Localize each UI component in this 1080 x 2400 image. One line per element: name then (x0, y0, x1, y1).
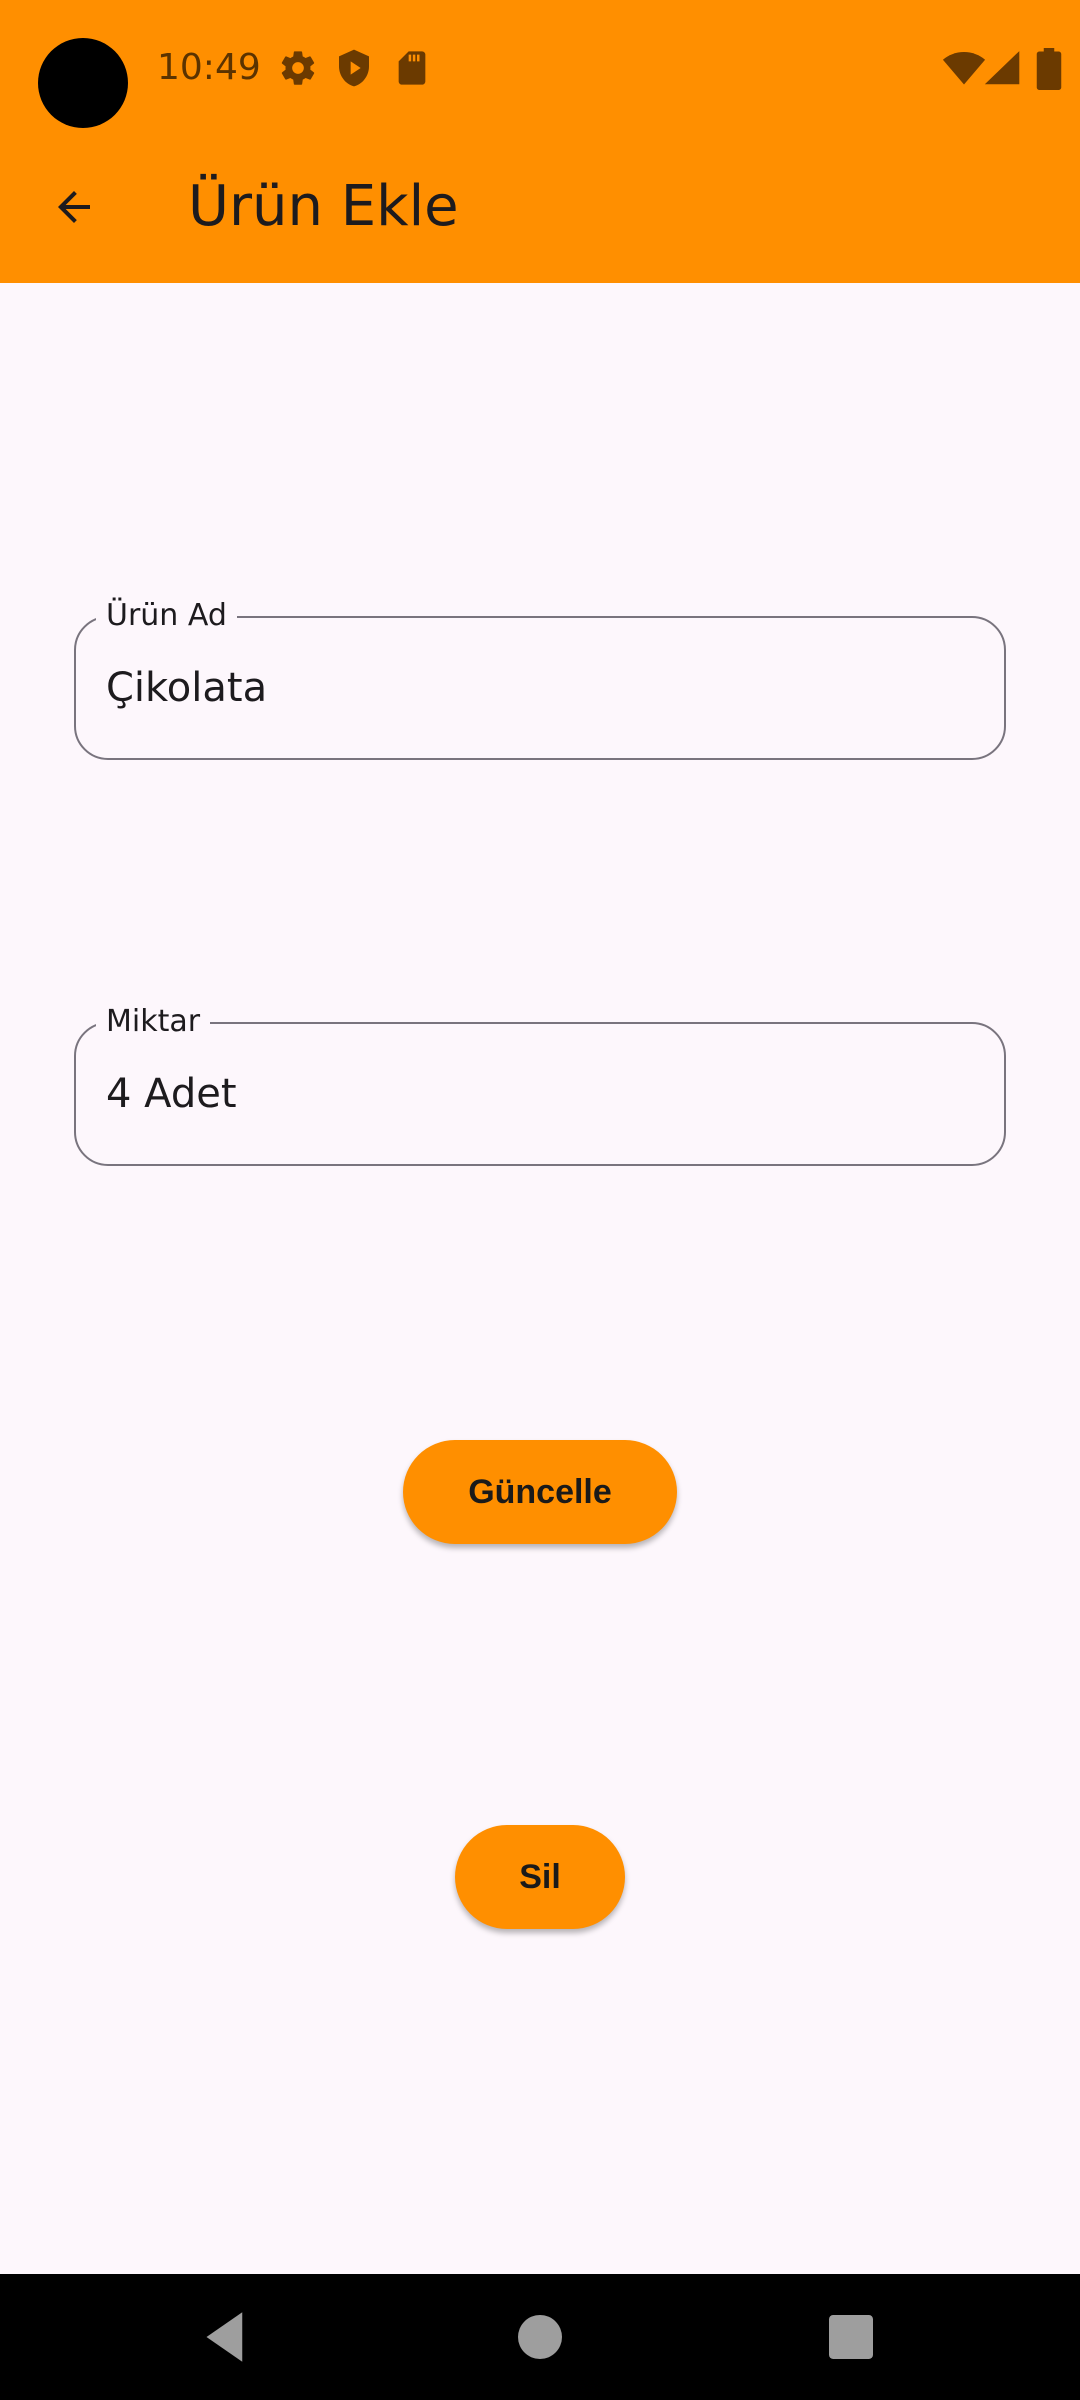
status-bar: 10:49 (0, 0, 1080, 140)
nav-recents-button[interactable] (818, 2304, 884, 2370)
product-name-field[interactable]: Ürün Ad Çikolata (74, 596, 1006, 760)
product-name-label: Ürün Ad (96, 596, 237, 636)
shield-play-icon (334, 48, 374, 88)
quantity-value[interactable]: 4 Adet (106, 1068, 237, 1120)
app-header: 10:49 Ürün Ekle (0, 0, 1080, 283)
update-button[interactable]: Güncelle (403, 1440, 677, 1544)
home-circle-icon (518, 2315, 562, 2359)
wifi-icon (942, 46, 986, 90)
product-name-value[interactable]: Çikolata (106, 662, 267, 714)
nav-home-button[interactable] (507, 2304, 573, 2370)
back-button[interactable] (36, 169, 112, 245)
battery-icon (1036, 48, 1062, 90)
nav-back-button[interactable] (190, 2304, 256, 2370)
quantity-label: Miktar (96, 1002, 211, 1042)
signal-icon (984, 48, 1022, 88)
status-time: 10:49 (157, 47, 261, 88)
recents-square-icon (829, 2315, 873, 2359)
delete-button[interactable]: Sil (455, 1825, 625, 1929)
system-nav-bar (0, 2274, 1080, 2400)
sd-card-icon (392, 48, 432, 88)
page-title: Ürün Ekle (188, 174, 459, 239)
camera-cutout (38, 38, 128, 128)
gear-icon (278, 48, 318, 88)
back-triangle-icon (206, 2312, 243, 2362)
arrow-back-icon (58, 191, 90, 223)
quantity-field[interactable]: Miktar 4 Adet (74, 1002, 1006, 1166)
